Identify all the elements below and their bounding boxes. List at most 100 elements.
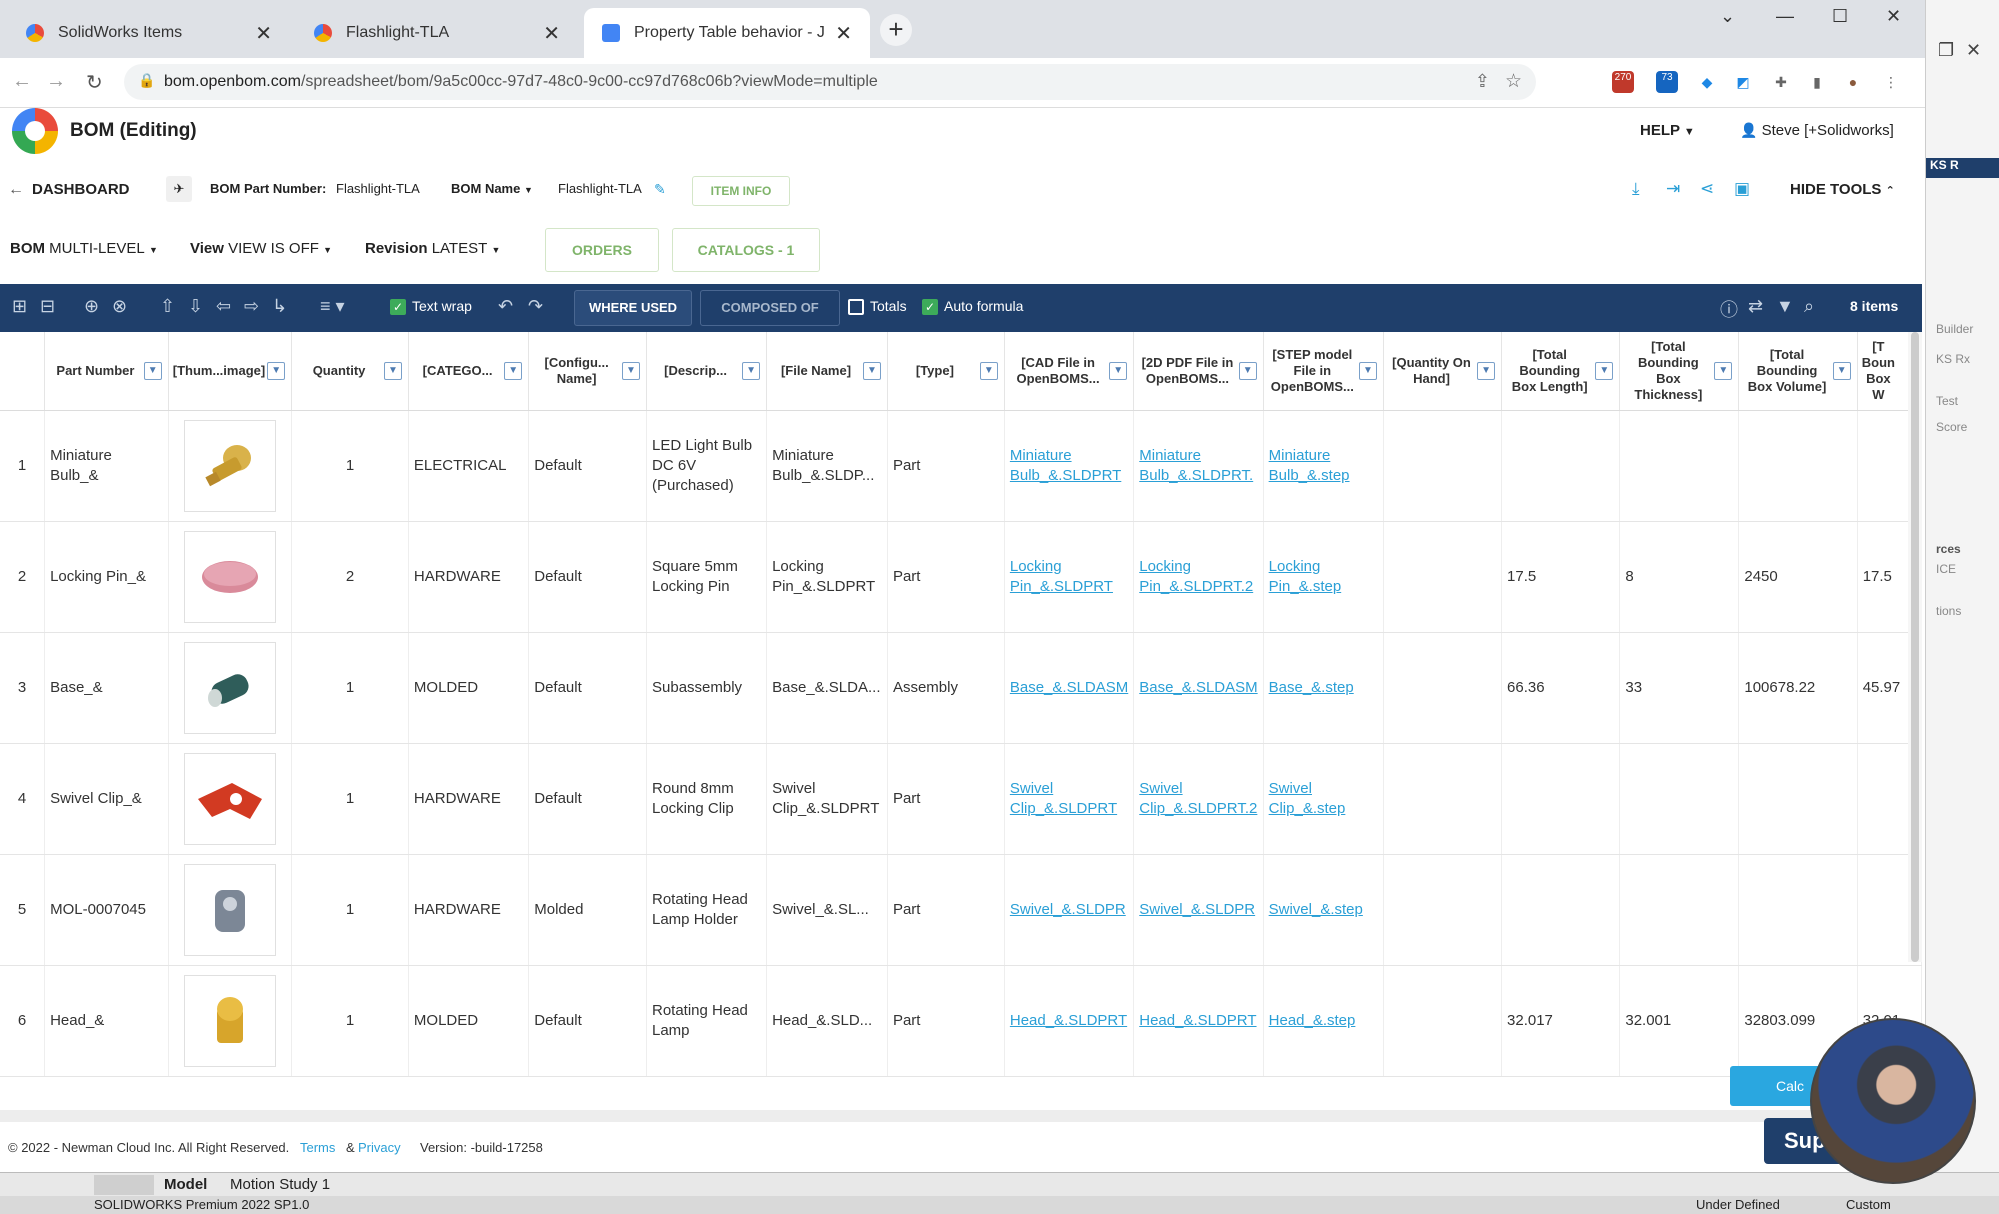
- extension-badge-icon[interactable]: 73: [1656, 71, 1678, 93]
- filter-icon[interactable]: ▼: [1776, 296, 1794, 317]
- cat-cell[interactable]: ELECTRICAL: [408, 410, 530, 522]
- move-up-icon[interactable]: ⇧: [160, 296, 175, 317]
- step-file-link[interactable]: Swivel_&.step: [1269, 901, 1363, 918]
- part-thumbnail-image[interactable]: [183, 752, 276, 845]
- thumbnail-cell[interactable]: [168, 632, 293, 744]
- column-header[interactable]: [STEP model File in OpenBOMS... ▼: [1263, 332, 1385, 411]
- pdf-file-link[interactable]: Swivel Clip_&.SLDPRT.2: [1139, 780, 1257, 817]
- step-file-cell[interactable]: Swivel Clip_&.step: [1263, 743, 1385, 855]
- cad-file-link[interactable]: Swivel Clip_&.SLDPRT: [1010, 780, 1117, 817]
- part-cell[interactable]: Locking Pin_&: [44, 521, 169, 633]
- config-cell[interactable]: Molded: [528, 854, 647, 966]
- column-filter-icon[interactable]: ▼: [979, 362, 998, 380]
- side-panel-item[interactable]: Score: [1936, 420, 1967, 434]
- pdf-file-cell[interactable]: Locking Pin_&.SLDPRT.2: [1133, 521, 1264, 633]
- tab-model[interactable]: Model: [164, 1176, 207, 1193]
- cat-cell[interactable]: HARDWARE: [408, 854, 530, 966]
- pdf-file-cell[interactable]: Swivel Clip_&.SLDPRT.2: [1133, 743, 1264, 855]
- column-filter-icon[interactable]: ▼: [504, 362, 523, 380]
- tab-search-icon[interactable]: ⌄: [1720, 6, 1735, 27]
- table-row[interactable]: 5 MOL-0007045 1 HARDWARE Molded Rotating Head…: [0, 854, 1922, 966]
- desc-cell[interactable]: Round 8mm Locking Clip: [646, 743, 768, 855]
- len-cell[interactable]: 17.5: [1501, 521, 1621, 633]
- len-cell[interactable]: [1501, 410, 1621, 522]
- column-filter-icon[interactable]: ▼: [622, 362, 640, 380]
- type-cell[interactable]: Part: [887, 521, 1005, 633]
- step-file-cell[interactable]: Base_&.step: [1263, 632, 1385, 744]
- openbom-logo[interactable]: [12, 108, 58, 154]
- qty-cell[interactable]: 1: [291, 632, 409, 744]
- side-panel-item[interactable]: ICE: [1936, 562, 1956, 576]
- column-header[interactable]: [Total Bounding Box Length] ▼: [1501, 332, 1621, 411]
- user-menu[interactable]: 👤 Steve [+Solidworks]: [1740, 122, 1894, 139]
- column-filter-icon[interactable]: ▼: [383, 362, 402, 380]
- add-row-icon[interactable]: ⊕: [84, 296, 99, 317]
- extension-icon[interactable]: ◩: [1732, 71, 1754, 93]
- profile-avatar[interactable]: ●: [1842, 71, 1864, 93]
- desc-cell[interactable]: LED Light Bulb DC 6V (Purchased): [646, 410, 768, 522]
- table-row[interactable]: 4 Swivel Clip_& 1 HARDWARE Default Round 8mm …: [0, 743, 1922, 855]
- column-header[interactable]: [Quantity On Hand] ▼: [1383, 332, 1503, 411]
- thumbnail-cell[interactable]: [168, 965, 293, 1077]
- file-cell[interactable]: Head_&.SLD...: [766, 965, 888, 1077]
- thumbnail-cell[interactable]: [168, 743, 293, 855]
- close-side-icon[interactable]: ✕: [1966, 40, 1981, 61]
- save-icon[interactable]: ▣: [1734, 179, 1750, 199]
- table-row[interactable]: 2 Locking Pin_& 2 HARDWARE Default Square 5mm…: [0, 521, 1922, 633]
- qty-cell[interactable]: 1: [291, 965, 409, 1077]
- dashboard-link[interactable]: DASHBOARD: [32, 181, 130, 198]
- file-cell[interactable]: Locking Pin_&.SLDPRT: [766, 521, 888, 633]
- orders-button[interactable]: ORDERS: [545, 228, 659, 272]
- cad-file-link[interactable]: Locking Pin_&.SLDPRT: [1010, 558, 1113, 595]
- qty-cell[interactable]: 1: [291, 743, 409, 855]
- column-filter-icon[interactable]: ▼: [862, 362, 881, 380]
- len-cell[interactable]: [1501, 854, 1621, 966]
- step-file-cell[interactable]: Swivel_&.step: [1263, 854, 1385, 966]
- cad-file-cell[interactable]: Swivel Clip_&.SLDPRT: [1004, 743, 1135, 855]
- column-filter-icon[interactable]: ▼: [1714, 362, 1733, 380]
- item-info-button[interactable]: ITEM INFO: [692, 176, 790, 206]
- thk-cell[interactable]: 8: [1619, 521, 1740, 633]
- vol-cell[interactable]: [1738, 854, 1858, 966]
- qoh-cell[interactable]: [1383, 632, 1503, 744]
- reload-icon[interactable]: ↻: [86, 70, 103, 95]
- outdent-icon[interactable]: ⇦: [216, 296, 231, 317]
- url-bar[interactable]: 🔒 bom.openbom.com/spreadsheet/bom/9a5c00…: [124, 64, 1536, 100]
- cat-cell[interactable]: HARDWARE: [408, 521, 530, 633]
- qoh-cell[interactable]: [1383, 521, 1503, 633]
- pdf-file-cell[interactable]: Swivel_&.SLDPR: [1133, 854, 1264, 966]
- len-cell[interactable]: [1501, 743, 1621, 855]
- thk-cell[interactable]: [1619, 854, 1740, 966]
- align-dropdown-icon[interactable]: ≡ ▾: [320, 296, 345, 317]
- type-cell[interactable]: Assembly: [887, 632, 1005, 744]
- new-tab-button[interactable]: +: [880, 14, 912, 46]
- thk-cell[interactable]: [1619, 743, 1740, 855]
- close-tab-icon[interactable]: ✕: [255, 21, 272, 46]
- side-panel-item[interactable]: rces: [1936, 542, 1961, 556]
- column-filter-icon[interactable]: ▼: [1477, 362, 1496, 380]
- config-cell[interactable]: Default: [528, 632, 647, 744]
- catalogs-button[interactable]: CATALOGS - 1: [672, 228, 820, 272]
- column-filter-icon[interactable]: ▼: [1595, 362, 1614, 380]
- side-panel-item[interactable]: tions: [1936, 604, 1961, 618]
- step-file-link[interactable]: Locking Pin_&.step: [1269, 558, 1342, 595]
- flat-view-icon[interactable]: ⊟: [40, 296, 55, 317]
- pdf-file-link[interactable]: Head_&.SLDPRT: [1139, 1012, 1256, 1029]
- minimize-icon[interactable]: —: [1776, 6, 1794, 27]
- thumbnail-cell[interactable]: [168, 521, 293, 633]
- share-icon[interactable]: ⋖: [1700, 179, 1714, 199]
- vol-cell[interactable]: 100678.22: [1738, 632, 1858, 744]
- qoh-cell[interactable]: [1383, 854, 1503, 966]
- share-icon[interactable]: ⇪: [1475, 71, 1490, 92]
- cad-file-cell[interactable]: Miniature Bulb_&.SLDPRT: [1004, 410, 1135, 522]
- cad-file-link[interactable]: Miniature Bulb_&.SLDPRT: [1010, 447, 1121, 484]
- close-tab-icon[interactable]: ✕: [543, 21, 560, 46]
- file-cell[interactable]: Base_&.SLDA...: [766, 632, 888, 744]
- close-tab-icon[interactable]: ✕: [835, 21, 852, 46]
- part-thumbnail-image[interactable]: [183, 530, 276, 623]
- back-arrow-icon[interactable]: ←: [8, 181, 24, 199]
- maximize-icon[interactable]: ☐: [1832, 6, 1848, 27]
- type-cell[interactable]: Part: [887, 410, 1005, 522]
- step-file-link[interactable]: Swivel Clip_&.step: [1269, 780, 1346, 817]
- view-dropdown[interactable]: View VIEW IS OFF ▼: [190, 240, 332, 257]
